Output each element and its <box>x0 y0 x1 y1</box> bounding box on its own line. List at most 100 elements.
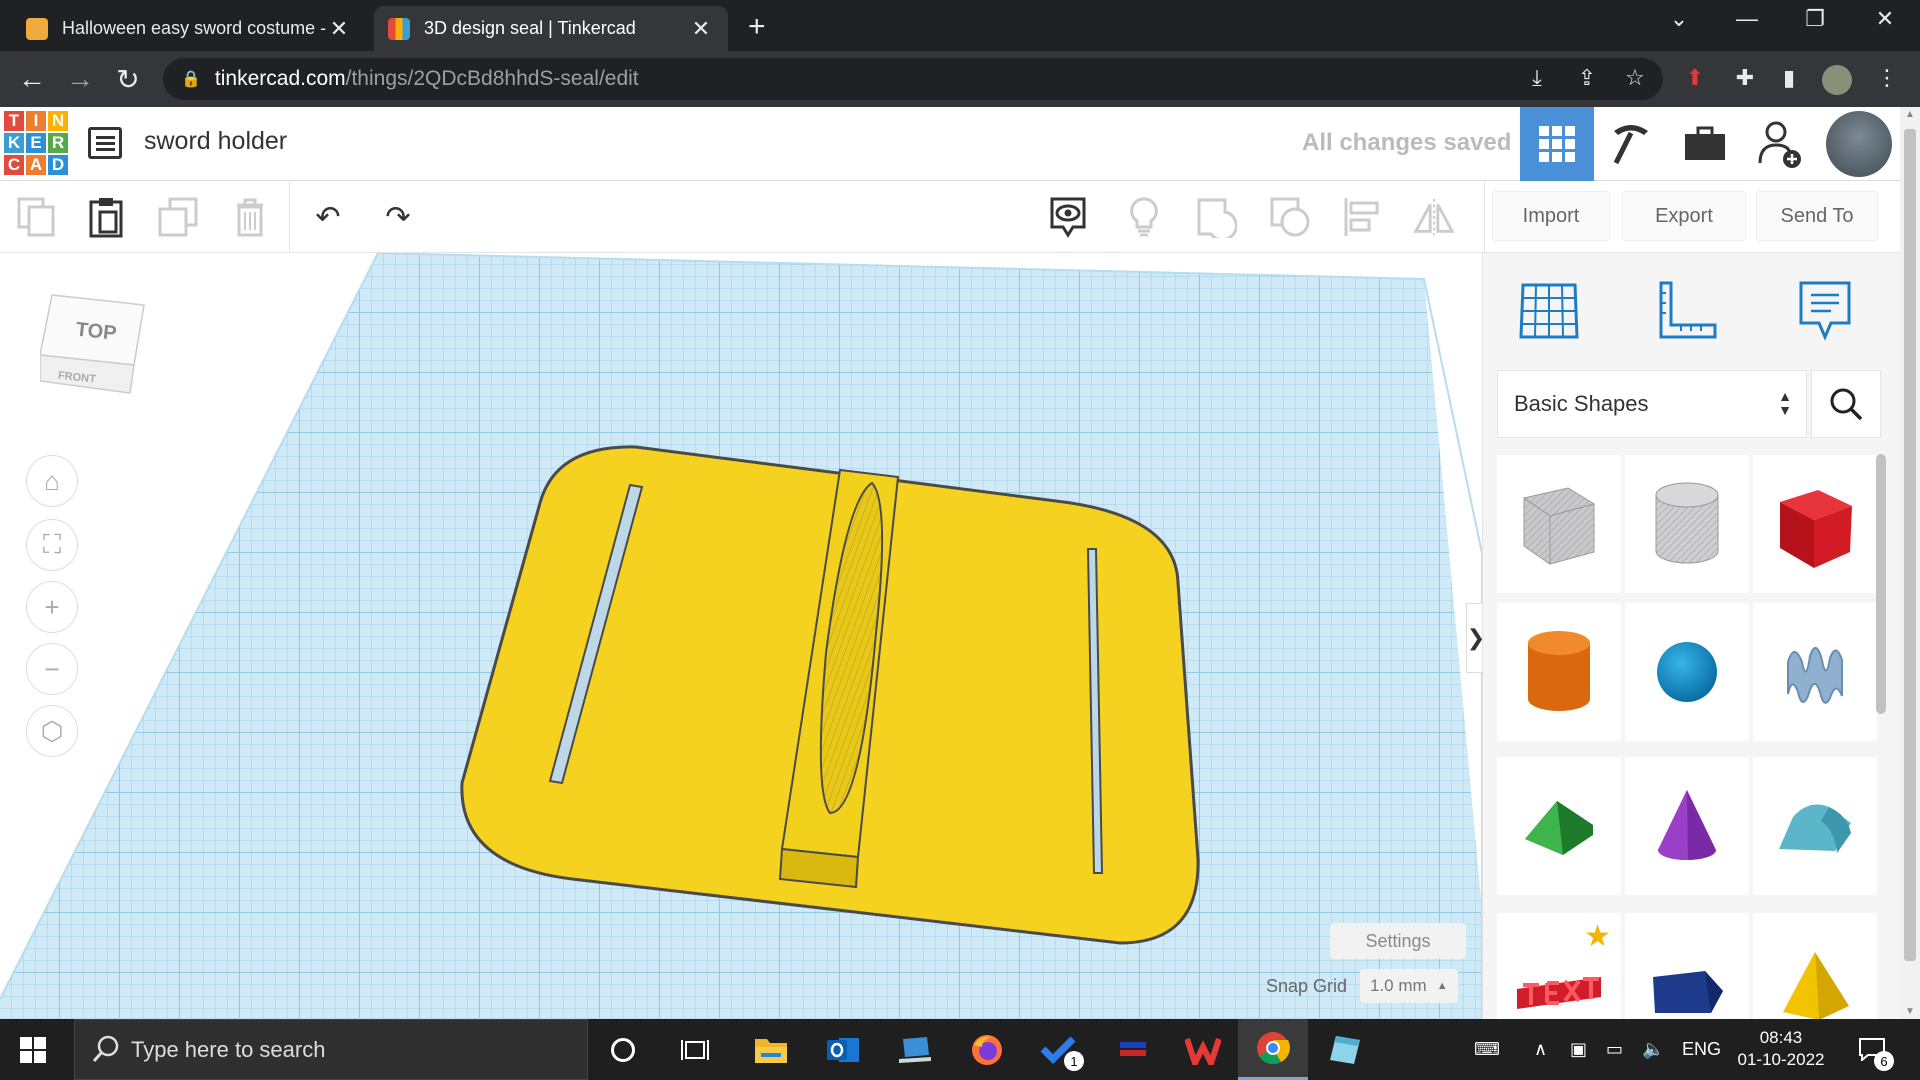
shape-cylinder-hole[interactable] <box>1625 455 1749 593</box>
wps-office-icon[interactable] <box>1168 1019 1238 1080</box>
share-icon[interactable]: ⇪ <box>1572 65 1602 91</box>
paste-icon[interactable] <box>84 195 128 239</box>
invite-user-button[interactable] <box>1742 107 1816 181</box>
chrome-icon[interactable] <box>1238 1019 1308 1080</box>
design-title[interactable]: sword holder <box>144 127 287 156</box>
profile-avatar-icon[interactable] <box>1822 65 1852 101</box>
copy-icon[interactable] <box>14 195 58 239</box>
settings-button[interactable]: Settings <box>1330 923 1466 959</box>
sword-holder-object[interactable] <box>0 253 1482 1019</box>
notes-visibility-icon[interactable] <box>1046 195 1090 239</box>
shape-cone[interactable] <box>1625 757 1749 895</box>
mirror-icon[interactable] <box>1412 195 1456 239</box>
fit-view-button[interactable]: ⛶ <box>26 519 78 571</box>
notes-tool-button[interactable] <box>1785 273 1865 349</box>
shape-round-roof[interactable] <box>1753 757 1877 895</box>
extensions-puzzle-icon[interactable]: ✚ <box>1730 65 1760 91</box>
export-button[interactable]: Export <box>1622 191 1746 241</box>
snap-grid-select[interactable]: 1.0 mm ▲ <box>1360 969 1458 1003</box>
windows-start-icon[interactable] <box>20 1037 46 1068</box>
lessons-briefcase-button[interactable] <box>1668 107 1742 181</box>
user-avatar[interactable] <box>1822 107 1896 181</box>
bookmark-star-icon[interactable]: ☆ <box>1620 65 1650 91</box>
ungroup-shape-icon[interactable] <box>1268 195 1312 239</box>
scroll-down-icon[interactable]: ▼ <box>1905 1006 1915 1017</box>
scroll-up-icon[interactable]: ▲ <box>1905 109 1915 120</box>
address-bar[interactable]: 🔒 tinkercad.com /things/2QDcBd8hhdS-seal… <box>163 58 1663 100</box>
language-indicator[interactable]: ENG <box>1682 1039 1721 1060</box>
notification-center-icon[interactable]: 6 <box>1858 1037 1894 1071</box>
home-view-button[interactable]: ⌂ <box>26 455 78 507</box>
task-view-icon[interactable] <box>660 1019 730 1080</box>
redo-arrow-icon[interactable]: ↷ <box>376 195 420 239</box>
workplane-tool-button[interactable] <box>1509 273 1589 349</box>
import-button[interactable]: Import <box>1492 191 1610 241</box>
file-explorer-icon[interactable] <box>736 1019 806 1080</box>
volume-icon[interactable]: 🔈 <box>1642 1039 1664 1060</box>
shape-polygon[interactable] <box>1625 913 1749 1019</box>
firefox-icon[interactable] <box>952 1019 1022 1080</box>
outlook-icon[interactable] <box>808 1019 878 1080</box>
shape-sphere[interactable] <box>1625 603 1749 741</box>
extension-red-icon[interactable]: ⬆ <box>1680 65 1710 91</box>
shape-scribble[interactable] <box>1753 603 1877 741</box>
duplicate-icon[interactable] <box>156 195 200 239</box>
shape-box-hole[interactable] <box>1497 455 1621 593</box>
side-panel-icon[interactable]: ▮ <box>1774 65 1804 91</box>
shape-roof[interactable] <box>1497 757 1621 895</box>
tab-search-chevron-icon[interactable]: ⌄ <box>1664 6 1694 32</box>
shape-category-select[interactable]: Basic Shapes ▲ ▼ <box>1497 370 1807 438</box>
meet-now-icon[interactable]: ▣ <box>1570 1039 1587 1060</box>
design-list-menu-icon[interactable] <box>88 127 122 159</box>
close-window-icon[interactable]: ✕ <box>1870 6 1900 32</box>
send-to-button[interactable]: Send To <box>1756 191 1878 241</box>
todo-app-icon[interactable]: 1 <box>1024 1019 1094 1080</box>
taskbar-clock[interactable]: 08:43 01-10-2022 <box>1726 1027 1836 1071</box>
zoom-in-button[interactable]: + <box>26 581 78 633</box>
text-3d-icon <box>1517 977 1601 1009</box>
close-tab-icon[interactable]: ✕ <box>326 16 352 42</box>
shape-search-button[interactable] <box>1811 370 1881 438</box>
tinkercad-logo[interactable]: T I N K E R C A D <box>4 111 68 175</box>
browser-tab-halloween[interactable]: Halloween easy sword costume - ✕ <box>12 6 366 51</box>
shape-box[interactable] <box>1753 455 1877 593</box>
shape-pyramid[interactable] <box>1753 913 1877 1019</box>
shape-cylinder[interactable] <box>1497 603 1621 741</box>
delete-trash-icon[interactable] <box>228 195 272 239</box>
touch-keyboard-icon[interactable]: ⌨ <box>1474 1039 1500 1060</box>
3d-view-grid-button[interactable] <box>1520 107 1594 181</box>
shape-text[interactable]: ★ <box>1497 913 1621 1019</box>
shapes-panel-scrollbar[interactable] <box>1876 454 1886 714</box>
close-tab-icon[interactable]: ✕ <box>688 16 714 42</box>
lightbulb-icon[interactable] <box>1122 195 1166 239</box>
zoom-out-button[interactable]: − <box>26 643 78 695</box>
workplane-canvas[interactable]: TOP FRONT ⌂ ⛶ + − ⬡ ❯ Settings Snap Grid… <box>0 253 1482 1019</box>
forward-arrow-icon[interactable]: → <box>62 63 98 95</box>
taskbar-search-box[interactable]: Type here to search <box>74 1019 588 1080</box>
minimize-window-icon[interactable]: — <box>1732 6 1762 32</box>
view-cube[interactable]: TOP FRONT <box>39 289 150 424</box>
laptop-app-icon[interactable] <box>880 1019 950 1080</box>
install-app-icon[interactable]: ⤓ <box>1522 65 1552 91</box>
new-tab-button[interactable]: + <box>748 10 766 44</box>
align-icon[interactable] <box>1340 195 1384 239</box>
restore-window-icon[interactable]: ❐ <box>1800 6 1830 32</box>
browser-tab-strip: Halloween easy sword costume - ✕ 3D desi… <box>0 0 1920 51</box>
media-app-icon[interactable] <box>1098 1019 1168 1080</box>
reload-icon[interactable]: ↻ <box>110 63 146 96</box>
browser-menu-icon[interactable]: ⋮ <box>1872 65 1902 91</box>
page-scrollbar-thumb[interactable] <box>1904 129 1916 961</box>
browser-tab-tinkercad[interactable]: 3D design seal | Tinkercad ✕ <box>374 6 728 51</box>
codeblocks-pickaxe-button[interactable] <box>1594 107 1668 181</box>
battery-icon[interactable]: ▭ <box>1606 1039 1623 1060</box>
group-shape-icon[interactable] <box>1194 195 1238 239</box>
undo-arrow-icon[interactable]: ↶ <box>306 195 350 239</box>
notepad-app-icon[interactable] <box>1310 1019 1380 1080</box>
ruler-tool-button[interactable] <box>1647 273 1727 349</box>
show-hidden-icons-chevron-icon[interactable]: ∧ <box>1534 1039 1547 1060</box>
page-scrollbar[interactable]: ▲ ▼ <box>1900 107 1920 1019</box>
back-arrow-icon[interactable]: ← <box>14 63 50 95</box>
collapse-panel-button[interactable]: ❯ <box>1466 603 1482 673</box>
perspective-toggle-button[interactable]: ⬡ <box>26 705 78 757</box>
cortana-circle-icon[interactable] <box>588 1019 658 1080</box>
